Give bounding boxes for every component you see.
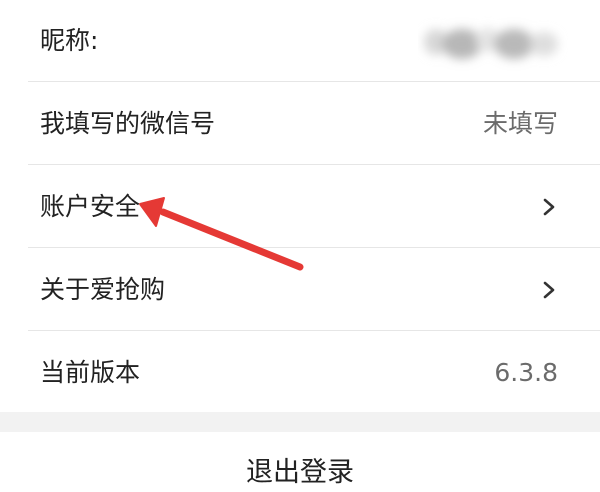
blurred-nickname-value [424,28,558,59]
chevron-right-icon [543,198,555,216]
about-row[interactable]: 关于爱抢购 [0,249,600,331]
about-label: 关于爱抢购 [40,275,166,304]
version-label: 当前版本 [40,358,141,387]
settings-list: 昵称: 我填写的微信号 未填写 账户安全 关于爱抢购 当前版本 6.3.8 [0,0,600,412]
nickname-row[interactable]: 昵称: [0,0,600,82]
wechat-id-label: 我填写的微信号 [40,109,216,138]
version-value: 6.3.8 [494,358,558,387]
logout-button[interactable]: 退出登录 [0,432,600,492]
account-security-row[interactable]: 账户安全 [0,166,600,248]
version-row: 当前版本 6.3.8 [0,332,600,414]
account-security-label: 账户安全 [40,192,141,221]
logout-label: 退出登录 [246,457,354,488]
nickname-label: 昵称: [40,26,99,55]
chevron-right-icon [543,281,555,299]
wechat-id-value: 未填写 [482,109,558,138]
wechat-id-row[interactable]: 我填写的微信号 未填写 [0,83,600,165]
